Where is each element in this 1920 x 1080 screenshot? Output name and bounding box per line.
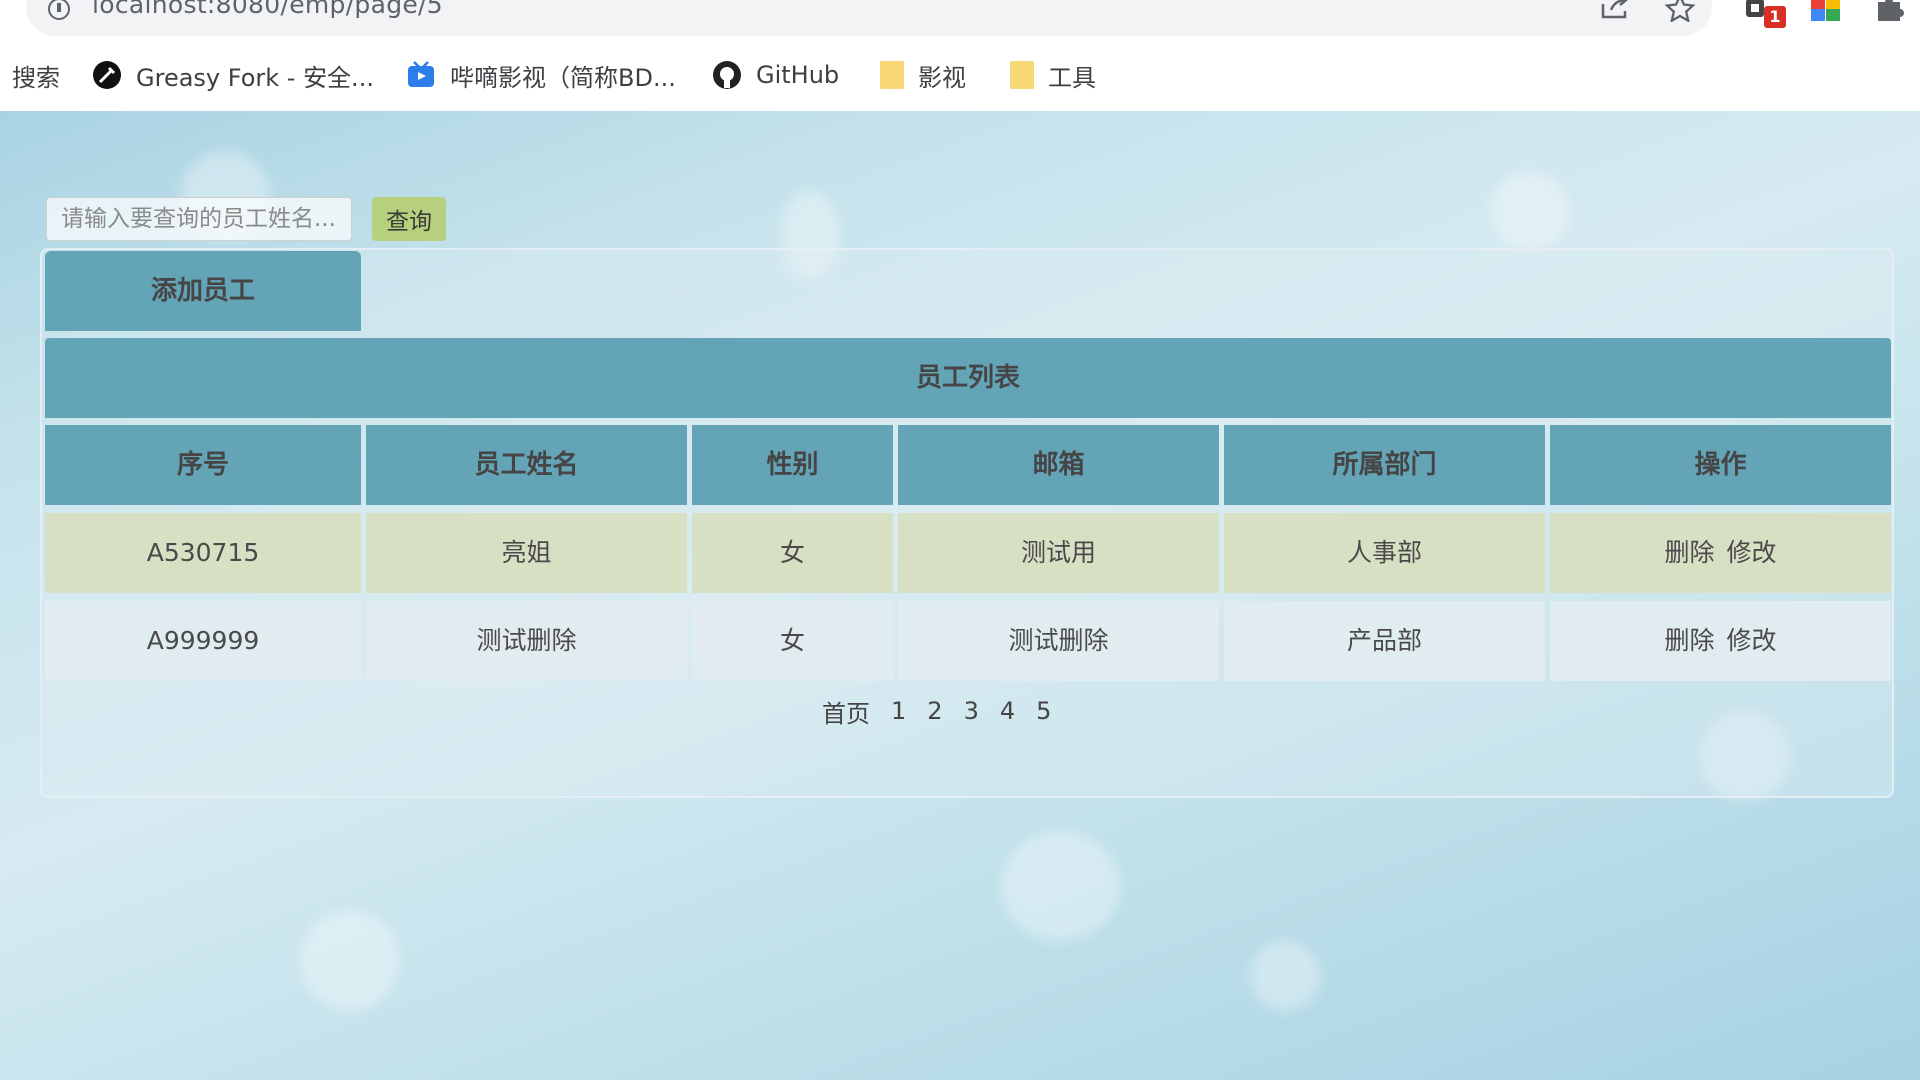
pagination-page-2[interactable]: 2 xyxy=(927,697,942,725)
background-decoration xyxy=(1490,171,1570,251)
background-decoration xyxy=(1250,941,1320,1011)
github-icon xyxy=(712,60,742,90)
cell-name: 亮姐 xyxy=(366,513,687,593)
cell-id: A530715 xyxy=(45,513,361,593)
bookmark-label: GitHub xyxy=(756,61,840,89)
column-header-department: 所属部门 xyxy=(1224,425,1545,505)
star-icon[interactable] xyxy=(1664,0,1696,23)
cell-id: A999999 xyxy=(45,601,361,681)
pagination-page-4[interactable]: 4 xyxy=(1000,697,1015,725)
bookmarks-bar: 搜索 Greasy Fork - 安全... 哔嘀影视（简称BD... GitH… xyxy=(0,52,1920,98)
cell-actions: 删除 修改 xyxy=(1550,601,1891,681)
extension-badge: 1 xyxy=(1764,6,1786,28)
cell-actions: 删除 修改 xyxy=(1550,513,1891,593)
pagination-page-3[interactable]: 3 xyxy=(964,697,979,725)
bookmark-greasyfork[interactable]: Greasy Fork - 安全... xyxy=(92,52,374,98)
cell-email: 测试用 xyxy=(898,513,1219,593)
bookmark-folder-tools[interactable]: 工具 xyxy=(1010,52,1096,98)
column-header-name: 员工姓名 xyxy=(366,425,687,505)
bookmark-label: 哔嘀影视（简称BD... xyxy=(450,63,676,92)
table-header-row: 序号 员工姓名 性别 邮箱 所属部门 操作 xyxy=(45,425,1891,505)
background-decoration xyxy=(300,911,400,1011)
table-row: A999999 测试删除 女 测试删除 产品部 删除 修改 xyxy=(45,601,1891,681)
column-header-email: 邮箱 xyxy=(898,425,1219,505)
cell-gender: 女 xyxy=(692,601,893,681)
page-content: 查询 添加员工 员工列表 序号 员工姓名 性别 邮箱 所属部门 操作 A5307… xyxy=(0,111,1920,1080)
share-icon[interactable] xyxy=(1600,0,1630,19)
greasyfork-icon xyxy=(92,60,122,90)
bookmark-bdys[interactable]: 哔嘀影视（简称BD... xyxy=(406,52,676,98)
background-decoration xyxy=(1000,831,1120,941)
bookmark-github[interactable]: GitHub xyxy=(712,52,839,98)
url-text[interactable]: localhost:8080/emp/page/5 xyxy=(92,0,443,19)
column-header-actions: 操作 xyxy=(1550,425,1891,505)
folder-icon xyxy=(1010,61,1034,89)
colorful-extension-icon[interactable] xyxy=(1810,0,1840,22)
bookmark-label: Greasy Fork - 安全... xyxy=(136,63,374,92)
pagination: 首页 1 2 3 4 5 xyxy=(822,691,1072,731)
cell-name: 测试删除 xyxy=(366,601,687,681)
cell-department: 人事部 xyxy=(1224,513,1545,593)
search-button[interactable]: 查询 xyxy=(372,197,446,241)
pagination-first[interactable]: 首页 xyxy=(822,694,870,729)
table-row: A530715 亮姐 女 测试用 人事部 删除 修改 xyxy=(45,513,1891,593)
pagination-page-5[interactable]: 5 xyxy=(1036,697,1051,725)
folder-icon xyxy=(880,61,904,89)
add-employee-button[interactable]: 添加员工 xyxy=(45,251,361,331)
edit-link[interactable]: 修改 xyxy=(1727,601,1777,681)
delete-link[interactable]: 删除 xyxy=(1664,601,1714,681)
delete-link[interactable]: 删除 xyxy=(1664,513,1714,593)
bookmark-label: 搜索 xyxy=(12,63,60,92)
edit-link[interactable]: 修改 xyxy=(1727,513,1777,593)
pagination-page-1[interactable]: 1 xyxy=(891,697,906,725)
column-header-id: 序号 xyxy=(45,425,361,505)
browser-chrome: localhost:8080/emp/page/5 1 搜索 Greasy Fo… xyxy=(0,0,1920,111)
cell-gender: 女 xyxy=(692,513,893,593)
bookmark-search[interactable]: 搜索 xyxy=(12,52,60,98)
table-title: 员工列表 xyxy=(45,338,1891,418)
cell-email: 测试删除 xyxy=(898,601,1219,681)
tv-icon xyxy=(406,60,436,90)
puzzle-icon[interactable] xyxy=(1874,0,1904,22)
cell-department: 产品部 xyxy=(1224,601,1545,681)
search-input[interactable] xyxy=(46,197,352,241)
bookmark-label: 影视 xyxy=(918,63,966,92)
column-header-gender: 性别 xyxy=(692,425,893,505)
bookmark-label: 工具 xyxy=(1048,63,1096,92)
bookmark-folder-video[interactable]: 影视 xyxy=(880,52,966,98)
